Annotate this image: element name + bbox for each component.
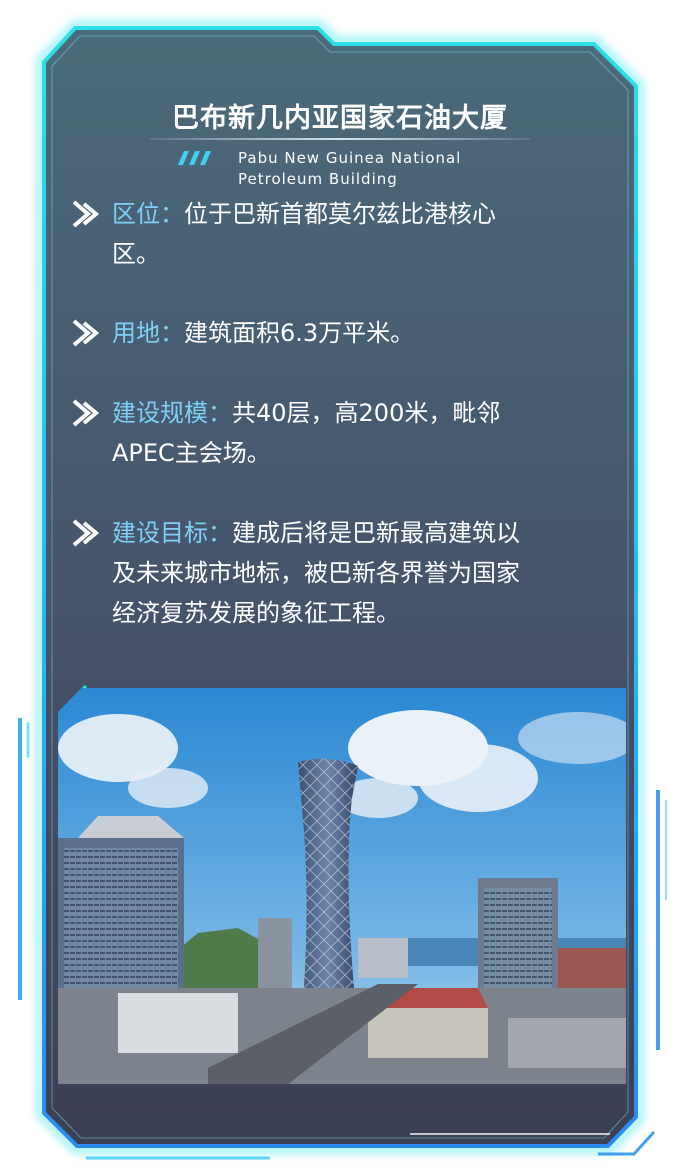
section-text: 建设目标：建成后将是巴新最高建筑以 及未来城市地标，被巴新各界誉为国家 经济复苏… [112,513,602,633]
section-body-line: 建筑面积6.3万平米。 [184,319,415,347]
section-body-line: 建成后将是巴新最高建筑以 [232,519,520,547]
double-chevron-right-icon [72,519,100,547]
section-text: 区位：位于巴新首都莫尔兹比港核心 区。 [112,194,602,274]
section-body-line: 经济复苏发展的象征工程。 [112,599,400,627]
stripes-icon [178,151,211,165]
section-body-line: 区。 [112,240,160,268]
subtitle-line-1: Pabu New Guinea National [238,149,462,167]
section-body-line: 位于巴新首都莫尔兹比港核心 [184,200,496,228]
section-label: 用地： [112,319,184,347]
section-label: 建设目标： [112,519,232,547]
building-rendering-image [58,688,626,1084]
section-body-line: 及未来城市地标，被巴新各界誉为国家 [112,559,520,587]
section-body-line: APEC主会场。 [112,439,271,467]
double-chevron-right-icon [72,399,100,427]
section-label: 建设规模： [112,399,232,427]
section-body-line: 共40层，高200米，毗邻 [232,399,501,427]
title-divider [150,138,530,140]
section-label: 区位： [112,200,184,228]
section-text: 用地：建筑面积6.3万平米。 [112,313,602,353]
double-chevron-right-icon [72,200,100,228]
english-subtitle: Pabu New Guinea National Petroleum Build… [238,148,461,190]
double-chevron-right-icon [72,319,100,347]
page-title: 巴布新几内亚国家石油大厦 [172,103,508,134]
subtitle-line-2: Petroleum Building [238,170,398,188]
section-text: 建设规模：共40层，高200米，毗邻 APEC主会场。 [112,393,602,473]
